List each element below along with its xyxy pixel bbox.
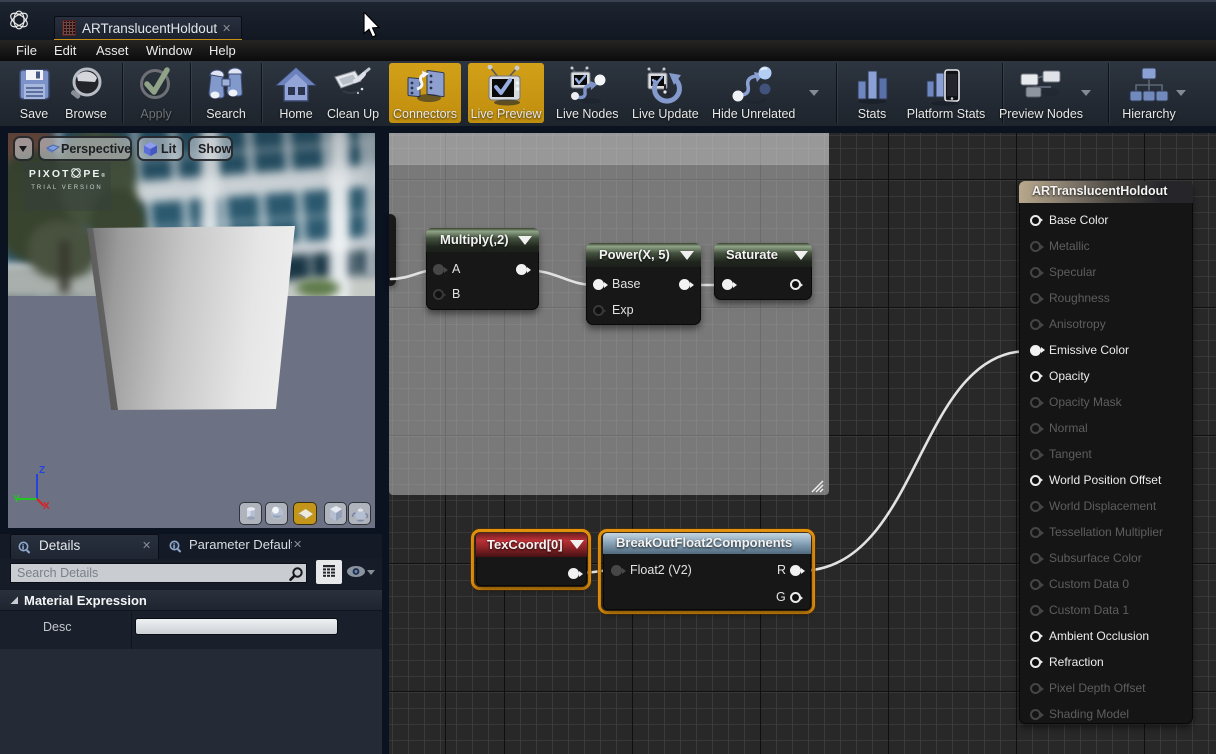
svg-text:i: i xyxy=(173,541,175,550)
svg-text:Y: Y xyxy=(13,494,20,505)
svg-text:X: X xyxy=(43,501,50,512)
svg-text:i: i xyxy=(22,542,24,551)
svg-text:Z: Z xyxy=(39,465,45,476)
